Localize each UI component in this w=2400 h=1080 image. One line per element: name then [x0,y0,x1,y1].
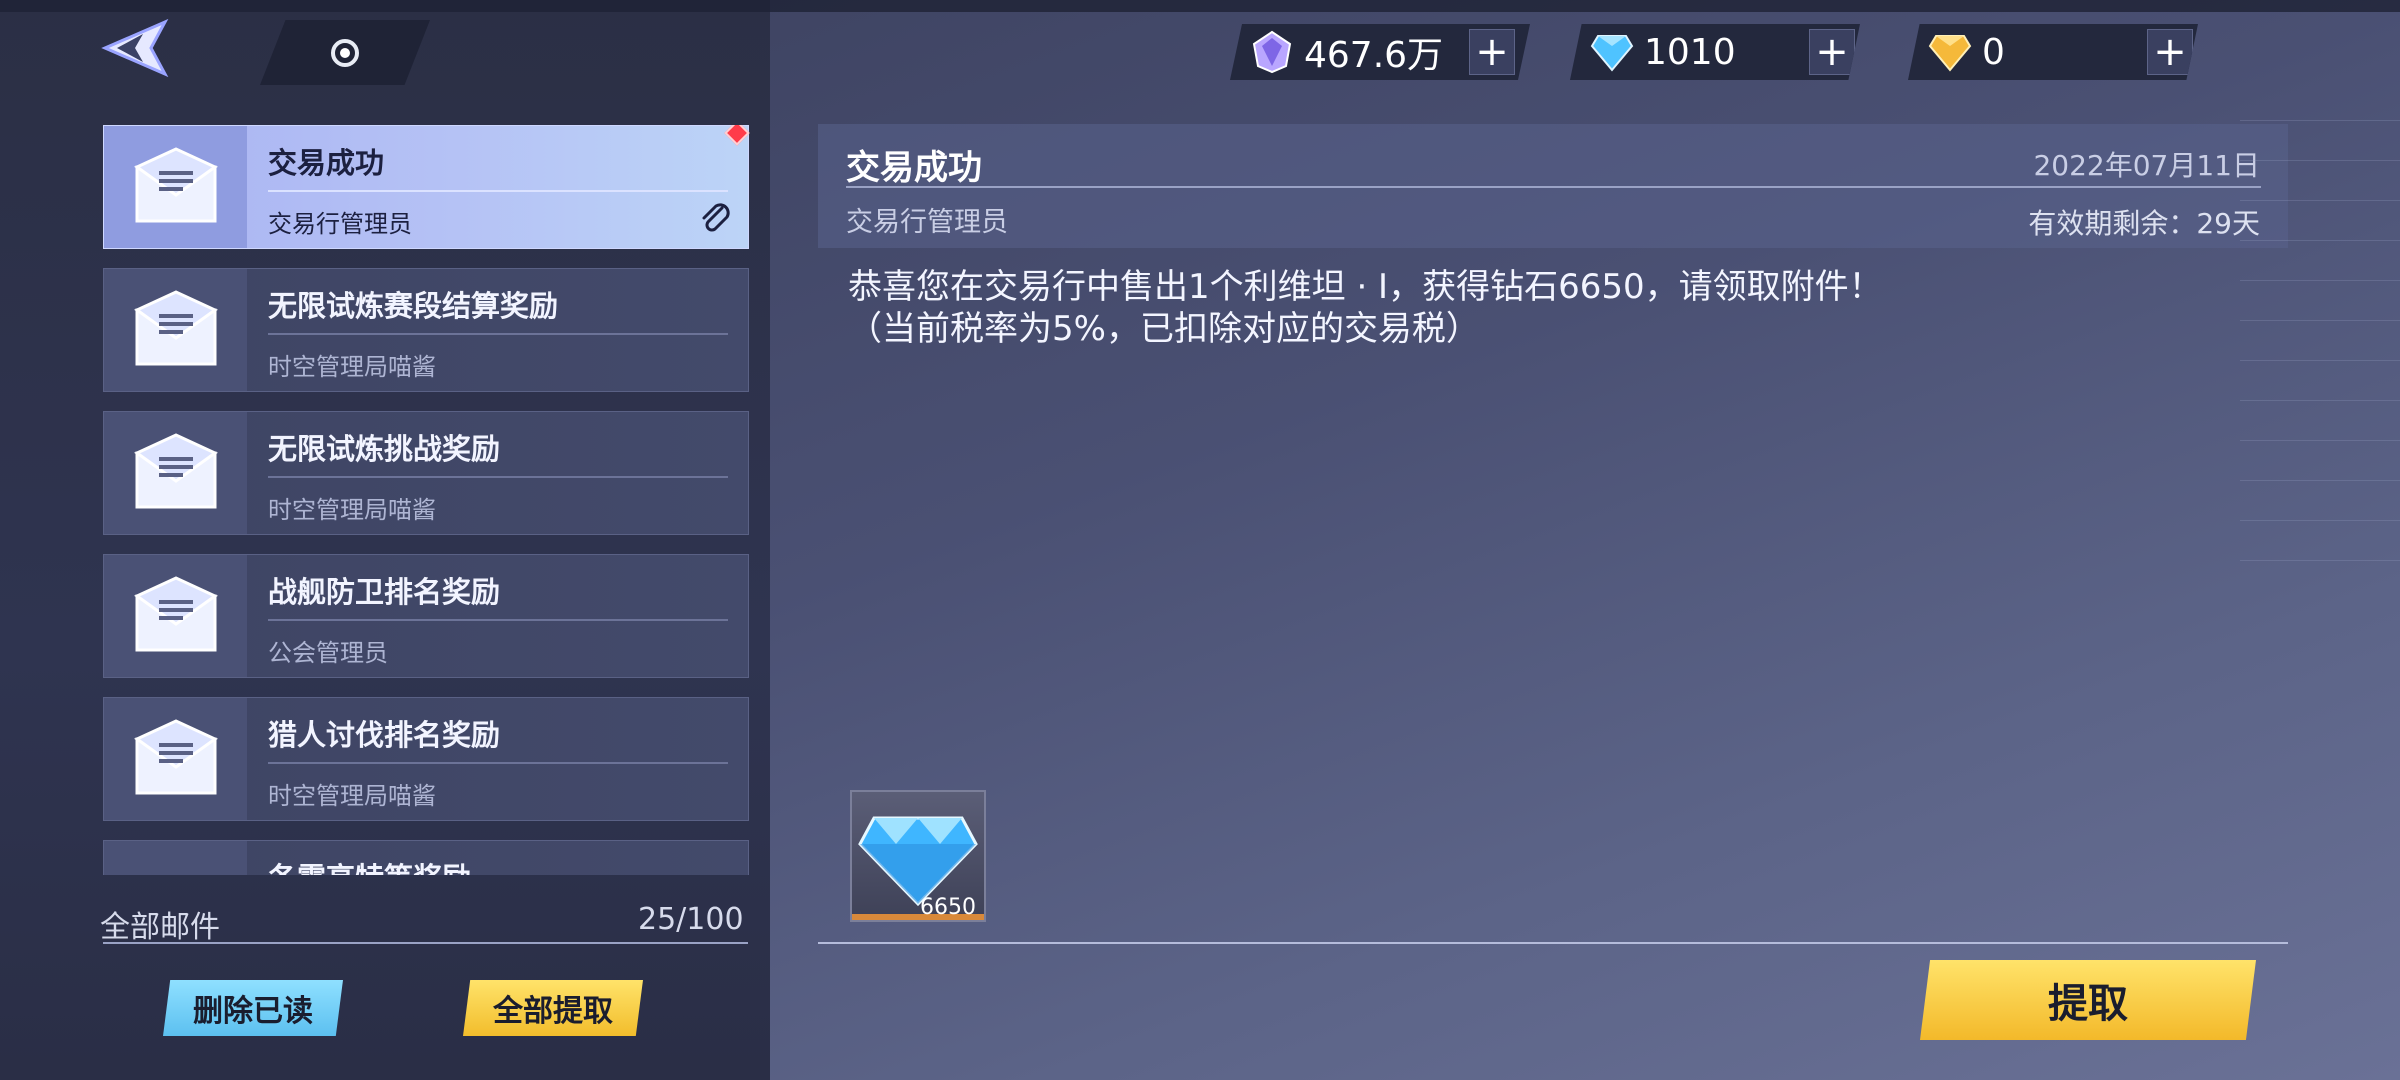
back-button[interactable] [90,10,180,85]
mail-envelope-icon [104,269,247,391]
mail-item[interactable]: 无限试炼挑战奖励 时空管理局喵酱 [103,411,749,535]
divider [268,762,728,764]
radio-dot-icon [331,38,359,67]
divider [268,619,728,621]
mail-item[interactable]: 猎人讨伐排名奖励 时空管理局喵酱 [103,697,749,821]
divider [268,333,728,335]
mail-envelope-icon [104,555,247,677]
mail-sender: 交易行管理员 [268,210,412,238]
claim-all-button[interactable]: 全部提取 [463,980,643,1036]
mail-envelope-icon [104,126,247,248]
expiry-label: 有效期剩余：29天 [2028,207,2260,240]
mail-envelope-icon [104,412,247,534]
crystal-amount: 467.6万 [1304,35,1444,76]
add-diamond-button[interactable]: + [1809,29,1855,75]
blue-diamond-icon [1588,28,1636,76]
mail-title: 无限试炼挑战奖励 [268,432,501,466]
mail-envelope-icon [104,841,247,875]
mail-count: 25/100 [638,902,744,937]
gold-gem-icon [1926,28,1974,76]
mail-title: 战舰防卫排名奖励 [268,575,501,609]
footer-divider [103,942,748,944]
mail-sender: 时空管理局喵酱 [268,782,436,810]
claim-button[interactable]: 提取 [1920,960,2256,1040]
mail-body-line: （当前税率为5%，已扣除对应的交易税） [848,309,1480,349]
divider [268,476,728,478]
attachment-quantity: 6650 [920,895,976,920]
attachment-item[interactable]: 6650 [850,790,986,922]
mail-envelope-icon [104,698,247,820]
divider [268,190,728,192]
mail-item[interactable]: 各零高特等奖励 [103,840,749,875]
mail-list[interactable]: 交易成功 交易行管理员 无限试炼赛段结算奖励 时空管理局喵酱 无限试炼挑战奖励 … [103,125,751,875]
mail-item[interactable]: 战舰防卫排名奖励 公会管理员 [103,554,749,678]
detail-title: 交易成功 [846,148,982,188]
mail-detail-header: 交易成功 2022年07月11日 交易行管理员 有效期剩余：29天 [818,124,2288,248]
diamond-amount: 1010 [1644,31,1736,73]
mail-body-line: 恭喜您在交易行中售出1个利维坦 · Ⅰ，获得钻石6650，请领取附件！ [848,267,1883,307]
detail-divider [846,186,2261,188]
mail-sender: 公会管理员 [268,639,388,667]
mail-item[interactable]: 无限试炼赛段结算奖励 时空管理局喵酱 [103,268,749,392]
currency-crystal: 467.6万 + [1230,24,1530,80]
mail-item-selected[interactable]: 交易成功 交易行管理员 [103,125,750,249]
unread-marker-icon [724,125,750,146]
detail-sender: 交易行管理员 [846,207,1008,238]
all-mail-label: 全部邮件 [100,910,220,945]
mail-title: 猎人讨伐排名奖励 [268,718,501,752]
top-strip [0,0,2400,12]
currency-diamond: 1010 + [1570,24,1860,80]
purple-crystal-icon [1248,28,1296,76]
detail-date: 2022年07月11日 [2033,149,2260,182]
mail-sender: 时空管理局喵酱 [268,496,436,524]
detail-bottom-divider [818,942,2288,944]
attachment-paperclip-icon [702,203,730,232]
add-gold-button[interactable]: + [2147,29,2193,75]
mail-sender: 时空管理局喵酱 [268,353,436,381]
currency-gold: 0 + [1908,24,2198,80]
delete-read-button[interactable]: 删除已读 [163,980,343,1036]
back-arrow-icon [101,18,169,77]
blue-diamond-icon [858,816,978,907]
mail-title: 无限试炼赛段结算奖励 [268,289,559,323]
mail-title: 各零高特等奖励 [268,855,471,875]
add-crystal-button[interactable]: + [1469,29,1515,75]
gold-amount: 0 [1982,31,2005,73]
mail-title: 交易成功 [268,146,385,180]
mail-body: 恭喜您在交易行中售出1个利维坦 · Ⅰ，获得钻石6650，请领取附件！ （当前税… [848,266,2248,350]
view-toggle-button[interactable] [260,20,430,85]
background-decoration [2240,120,2400,600]
